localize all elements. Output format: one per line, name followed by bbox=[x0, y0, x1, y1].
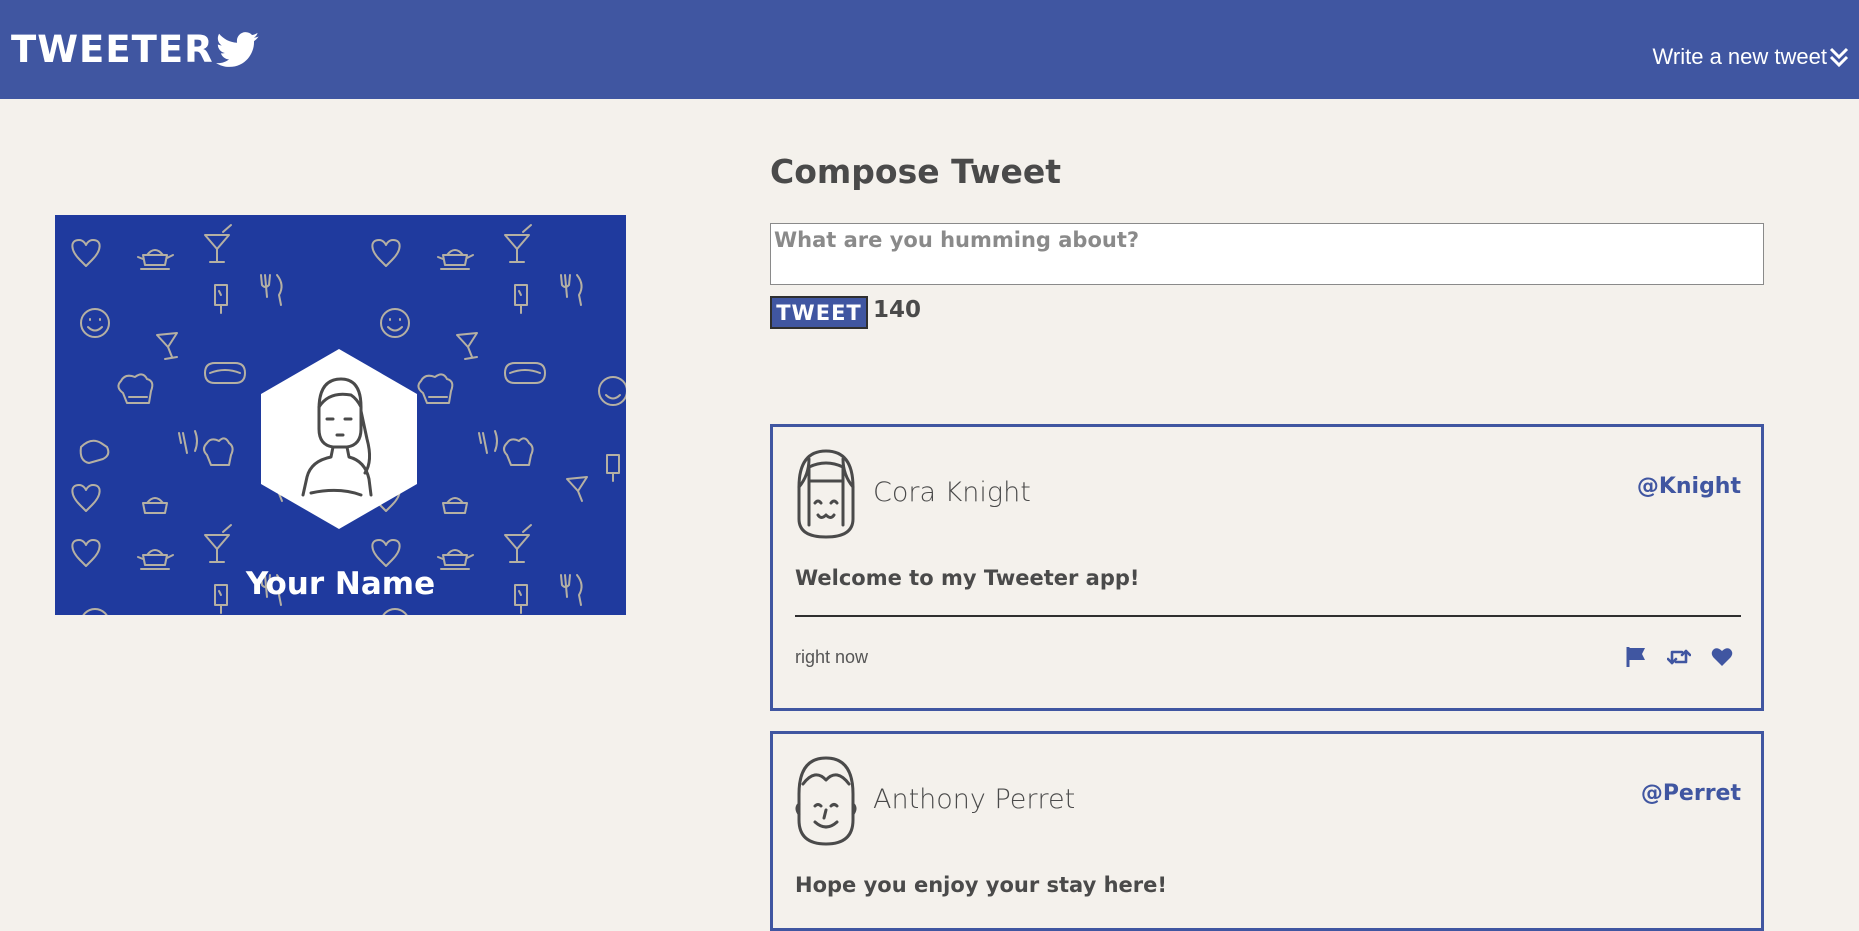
retweet-icon[interactable] bbox=[1667, 646, 1691, 668]
double-chevron-down-icon bbox=[1829, 46, 1849, 68]
tweet-content: Welcome to my Tweeter app! bbox=[795, 566, 1140, 590]
tweet-card: Cora Knight @Knight Welcome to my Tweete… bbox=[770, 424, 1764, 711]
tweet-submit-button[interactable]: TWEET bbox=[770, 296, 868, 329]
profile-name: Your Name bbox=[245, 566, 436, 602]
bird-icon bbox=[215, 31, 260, 68]
write-new-tweet-link[interactable]: Write a new tweet bbox=[1653, 44, 1849, 70]
profile-avatar bbox=[261, 349, 417, 534]
tweet-timestamp: right now bbox=[795, 647, 869, 667]
user-avatar-icon bbox=[795, 754, 857, 853]
tweet-card: Anthony Perret @Perret Hope you enjoy yo… bbox=[770, 731, 1764, 931]
heart-icon[interactable] bbox=[1711, 647, 1733, 667]
flag-icon[interactable] bbox=[1625, 646, 1647, 668]
tweet-content: Hope you enjoy your stay here! bbox=[795, 873, 1167, 897]
tweet-divider bbox=[795, 615, 1741, 617]
character-counter: 140 bbox=[873, 297, 922, 323]
tweet-author-handle[interactable]: @Perret bbox=[1641, 781, 1741, 806]
compose-title: Compose Tweet bbox=[770, 152, 1061, 191]
tweet-author-handle[interactable]: @Knight bbox=[1637, 474, 1741, 499]
brand-name: TWEETER bbox=[11, 28, 214, 71]
tweet-author-name: Cora Knight bbox=[873, 477, 1031, 508]
tweet-actions bbox=[1625, 646, 1733, 668]
write-new-tweet-label: Write a new tweet bbox=[1652, 43, 1827, 69]
user-avatar-icon bbox=[795, 447, 857, 546]
tweet-text-input[interactable] bbox=[770, 223, 1764, 285]
brand-logo[interactable]: TWEETER bbox=[11, 28, 260, 71]
navbar: TWEETER Write a new tweet bbox=[0, 0, 1859, 99]
tweet-author-name: Anthony Perret bbox=[873, 784, 1076, 815]
